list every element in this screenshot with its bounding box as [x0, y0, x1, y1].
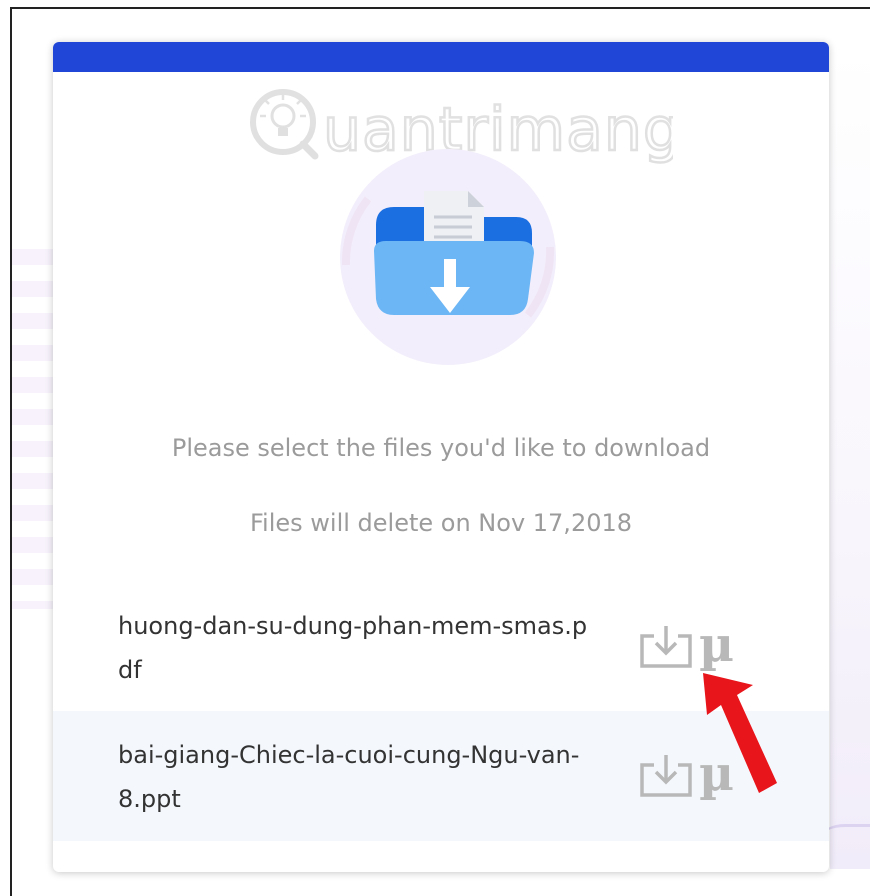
download-icon[interactable]: [638, 624, 694, 670]
utorrent-icon[interactable]: µ: [699, 620, 755, 670]
background-decoration-left: [12, 249, 54, 609]
download-icon[interactable]: [638, 753, 694, 799]
file-name: bai-giang-Chiec-la-cuoi-cung-Ngu-van-8.p…: [118, 741, 580, 813]
delete-date-notice: Files will delete on Nov 17,2018: [249, 509, 633, 537]
red-arrow-annotation: [703, 673, 777, 793]
folder-download-icon: [340, 149, 556, 365]
background-decoration-right: [830, 49, 870, 869]
card-header-bar: [53, 42, 829, 72]
file-name: huong-dan-su-dung-phan-mem-smas.pdf: [118, 612, 588, 684]
select-files-prompt: Please select the files you'd like to do…: [171, 434, 711, 462]
